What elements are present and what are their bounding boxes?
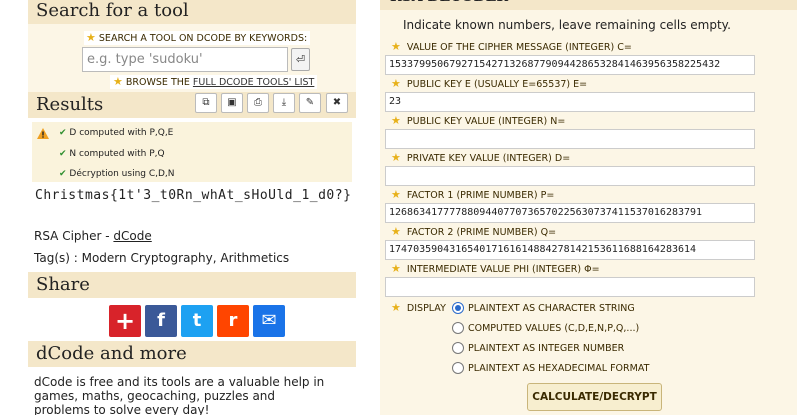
- radio-button[interactable]: [452, 301, 464, 314]
- log-text: N computed with P,Q: [69, 149, 165, 159]
- field-label: ★ VALUE OF THE CIPHER MESSAGE (INTEGER) …: [391, 41, 632, 54]
- pin-button[interactable]: ✎: [299, 93, 321, 113]
- check-icon: ✔: [59, 169, 67, 179]
- field-label-text: INTERMEDIATE VALUE PHI (INTEGER) Φ=: [406, 264, 600, 275]
- field-input[interactable]: 1533799506792715427132687790944286532841…: [385, 55, 755, 75]
- radio-button[interactable]: [452, 361, 464, 374]
- star-icon: ★: [113, 75, 123, 88]
- star-icon: ★: [391, 40, 401, 53]
- field-label: ★ FACTOR 1 (PRIME NUMBER) P=: [391, 189, 554, 202]
- browse-line: ★ BROWSE THE FULL DCODE TOOLS' LIST: [110, 75, 318, 89]
- field-input[interactable]: [385, 166, 755, 186]
- search-input[interactable]: e.g. type 'sudoku': [82, 47, 288, 72]
- search-go-button[interactable]: ⏎: [291, 48, 310, 71]
- field-label: ★ PUBLIC KEY E (USUALLY E=65537) E=: [391, 78, 587, 91]
- display-label-text: DISPLAY: [406, 303, 446, 314]
- tags-line: Tag(s) : Modern Cryptography, Arithmetic…: [34, 251, 290, 265]
- field-input[interactable]: [385, 129, 755, 149]
- display-option[interactable]: PLAINTEXT AS INTEGER NUMBER: [452, 341, 624, 357]
- log-line: ✔ D computed with P,Q,E: [59, 127, 173, 139]
- more-heading: dCode and more: [28, 341, 356, 367]
- display-option[interactable]: PLAINTEXT AS HEXADECIMAL FORMAT: [452, 361, 649, 377]
- star-icon: ★: [391, 77, 401, 90]
- warning-icon: [37, 128, 49, 139]
- cipher-prefix: RSA Cipher -: [34, 229, 114, 243]
- display-option[interactable]: PLAINTEXT AS CHARACTER STRING: [452, 301, 635, 317]
- field-input[interactable]: 1268634177778809440770736570225630737411…: [385, 203, 755, 223]
- print-button[interactable]: ⎙: [247, 93, 269, 113]
- search-heading: Search for a tool: [28, 0, 356, 24]
- pin-icon: ✎: [305, 97, 315, 108]
- save-icon: ▣: [227, 97, 237, 108]
- close-icon: ✖: [332, 97, 342, 108]
- star-icon: ★: [391, 225, 401, 238]
- print-icon: ⎙: [254, 97, 262, 108]
- option-label: COMPUTED VALUES (C,D,E,N,P,Q,...): [468, 323, 640, 334]
- field-label: ★ FACTOR 2 (PRIME NUMBER) Q=: [391, 226, 556, 239]
- full-tools-list-link[interactable]: FULL DCODE TOOLS' LIST: [193, 77, 314, 88]
- results-log: ✔ D computed with P,Q,E ✔ N computed wit…: [32, 122, 352, 182]
- field-label-text: FACTOR 2 (PRIME NUMBER) Q=: [406, 227, 557, 238]
- copy-icon: ⧉: [202, 97, 210, 108]
- field-label-text: FACTOR 1 (PRIME NUMBER) P=: [406, 190, 555, 201]
- field-input[interactable]: 1747035904316540171616148842781421536116…: [385, 240, 755, 260]
- download-button[interactable]: ⤓: [273, 93, 295, 113]
- field-label-text: PUBLIC KEY VALUE (INTEGER) N=: [406, 116, 566, 127]
- close-button[interactable]: ✖: [326, 93, 348, 113]
- left-column: Search for a tool ★ SEARCH A TOOL ON DCO…: [0, 0, 363, 415]
- log-text: Décryption using C,D,N: [69, 169, 175, 179]
- copy-button[interactable]: ⧉: [195, 93, 217, 113]
- save-button[interactable]: ▣: [221, 93, 243, 113]
- star-icon: ★: [391, 151, 401, 164]
- field-input[interactable]: 23: [385, 92, 755, 112]
- field-label: ★ PUBLIC KEY VALUE (INTEGER) N=: [391, 115, 565, 128]
- field-label-text: PRIVATE KEY VALUE (INTEGER) D=: [406, 153, 571, 164]
- star-icon: ★: [86, 31, 96, 44]
- keywords-label-text: SEARCH A TOOL ON DCODE BY KEYWORDS:: [98, 33, 308, 44]
- download-icon: ⤓: [281, 97, 287, 108]
- facebook-icon[interactable]: f: [145, 305, 177, 337]
- field-label: ★ INTERMEDIATE VALUE PHI (INTEGER) Φ=: [391, 263, 600, 276]
- star-icon: ★: [391, 114, 401, 127]
- decoder-intro: Indicate known numbers, leave remaining …: [403, 18, 731, 32]
- radio-button[interactable]: [452, 321, 464, 334]
- log-line: ✔ Décryption using C,D,N: [59, 168, 175, 180]
- decrypted-output[interactable]: Christmas{1t'3_t0Rn_whAt_sHoUld_1_d0?}: [35, 186, 355, 205]
- log-text: D computed with P,Q,E: [69, 128, 174, 138]
- field-input[interactable]: [385, 277, 755, 297]
- star-icon: ★: [391, 301, 401, 314]
- radio-button[interactable]: [452, 341, 464, 354]
- option-label: PLAINTEXT AS CHARACTER STRING: [468, 303, 635, 314]
- reddit-icon[interactable]: r: [217, 305, 249, 337]
- field-label-text: VALUE OF THE CIPHER MESSAGE (INTEGER) C=: [406, 42, 632, 53]
- twitter-icon[interactable]: t: [181, 305, 213, 337]
- star-icon: ★: [391, 188, 401, 201]
- field-label-text: PUBLIC KEY E (USUALLY E=65537) E=: [406, 79, 588, 90]
- enter-icon: ⏎: [295, 53, 306, 66]
- calculate-decrypt-button[interactable]: CALCULATE/DECRYPT: [527, 383, 662, 411]
- more-description: dCode is free and its tools are a valuab…: [34, 375, 325, 415]
- check-icon: ✔: [59, 128, 67, 138]
- email-icon[interactable]: ✉: [253, 305, 285, 337]
- browse-prefix: BROWSE THE: [125, 77, 193, 88]
- cipher-credit: RSA Cipher - dCode: [34, 229, 152, 243]
- check-icon: ✔: [59, 149, 67, 159]
- decoder-heading: RSA DECODER: [380, 0, 797, 10]
- log-line: ✔ N computed with P,Q: [59, 148, 165, 160]
- star-icon: ★: [391, 262, 401, 275]
- keywords-label: ★ SEARCH A TOOL ON DCODE BY KEYWORDS:: [84, 31, 310, 45]
- option-label: PLAINTEXT AS INTEGER NUMBER: [468, 343, 625, 354]
- display-label: ★ DISPLAY: [391, 301, 446, 314]
- display-option[interactable]: COMPUTED VALUES (C,D,E,N,P,Q,...): [452, 321, 639, 337]
- option-label: PLAINTEXT AS HEXADECIMAL FORMAT: [468, 363, 650, 374]
- page: Search for a tool ★ SEARCH A TOOL ON DCO…: [0, 0, 797, 415]
- share-plus-icon[interactable]: +: [109, 305, 141, 337]
- field-label: ★ PRIVATE KEY VALUE (INTEGER) D=: [391, 152, 570, 165]
- dcode-link[interactable]: dCode: [113, 229, 151, 243]
- share-heading: Share: [28, 272, 356, 298]
- rsa-decoder-panel: RSA DECODER Indicate known numbers, leav…: [380, 0, 797, 415]
